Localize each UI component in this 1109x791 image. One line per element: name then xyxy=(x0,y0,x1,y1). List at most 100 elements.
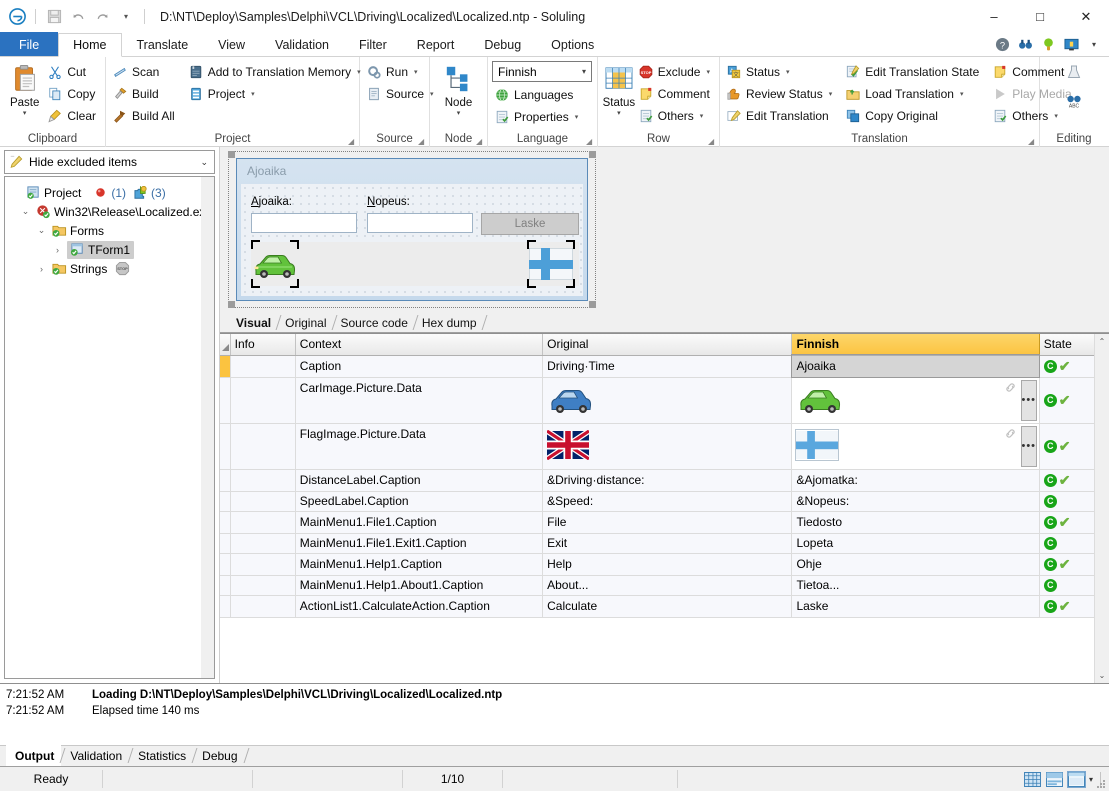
language-properties-caret[interactable]: ▾ xyxy=(575,113,579,121)
row-gutter[interactable] xyxy=(220,355,231,378)
cell-info[interactable] xyxy=(230,469,296,492)
grid-col-info[interactable]: Info xyxy=(230,334,296,356)
cell-context[interactable]: MainMenu1.Help1.Caption xyxy=(295,553,544,576)
row-gutter[interactable] xyxy=(220,595,231,618)
translation-dialog-launcher[interactable]: ◢ xyxy=(1028,137,1037,146)
cell-info[interactable] xyxy=(230,377,296,424)
grid-col-finnish[interactable]: Finnish xyxy=(791,334,1040,356)
cell-original-image[interactable] xyxy=(542,423,793,470)
grid-col-corner[interactable] xyxy=(220,334,231,356)
link-icon[interactable] xyxy=(1004,427,1017,443)
language-properties-button[interactable]: Properties ▾ xyxy=(492,106,592,128)
translation-status-button[interactable]: A文 Status ▾ xyxy=(724,61,837,83)
cell-info[interactable] xyxy=(230,575,296,596)
build-button[interactable]: Build xyxy=(110,83,180,105)
cell-translation-image[interactable]: ••• xyxy=(791,423,1040,470)
row-comment-button[interactable]: Comment xyxy=(636,83,715,105)
cell-translation[interactable]: Tietoa... xyxy=(791,575,1040,596)
source-dialog-launcher[interactable]: ◢ xyxy=(418,137,427,146)
tree-node-tform1[interactable]: › TForm1 xyxy=(9,240,214,259)
maximize-button[interactable]: □ xyxy=(1017,0,1063,33)
language-select[interactable]: Finnish ▾ xyxy=(492,61,592,82)
tree-scrollbar[interactable] xyxy=(201,177,214,678)
table-row[interactable]: MainMenu1.File1.Exit1.Caption Exit Lopet… xyxy=(220,533,1109,554)
cell-original[interactable]: File xyxy=(542,511,793,534)
cell-context[interactable]: SpeedLabel.Caption xyxy=(295,491,544,512)
row-status-caret[interactable]: ▾ xyxy=(617,110,621,117)
build-all-button[interactable]: Build All xyxy=(110,105,180,127)
node-dialog-launcher[interactable]: ◢ xyxy=(476,137,485,146)
row-others-caret[interactable]: ▾ xyxy=(700,112,704,120)
paste-button[interactable]: Paste ▾ xyxy=(4,61,45,117)
table-row[interactable]: MainMenu1.Help1.Caption Help Ohje C ✔ xyxy=(220,553,1109,576)
translation-status-caret[interactable]: ▾ xyxy=(786,68,790,76)
resize-handle-tl[interactable] xyxy=(228,151,235,158)
tree-expander[interactable]: › xyxy=(35,264,48,274)
help-icon[interactable]: ? xyxy=(993,35,1011,53)
table-row[interactable]: SpeedLabel.Caption &Speed: &Nopeus: C xyxy=(220,491,1109,512)
resize-handle-bl[interactable] xyxy=(228,301,235,308)
row-status-button[interactable]: Status ▾ xyxy=(602,61,636,117)
cell-info[interactable] xyxy=(230,553,296,576)
cell-translation[interactable]: Tiedosto xyxy=(791,511,1040,534)
cell-original[interactable]: &Speed: xyxy=(542,491,793,512)
tree-expander[interactable]: ⌄ xyxy=(19,206,32,217)
cell-ellipsis-button[interactable]: ••• xyxy=(1020,425,1037,467)
cell-context[interactable]: MainMenu1.Help1.About1.Caption xyxy=(295,575,544,596)
exclude-button[interactable]: STOP Exclude ▾ xyxy=(636,61,715,83)
table-row[interactable]: CarImage.Picture.Data ••• C ✔ xyxy=(220,377,1109,424)
project-dialog-launcher[interactable]: ◢ xyxy=(348,137,357,146)
cell-info[interactable] xyxy=(230,511,296,534)
preview-flag-image[interactable] xyxy=(527,240,575,288)
resize-grip-icon[interactable] xyxy=(1095,778,1107,790)
output-tab-validation[interactable]: Validation xyxy=(61,745,129,766)
cell-translation-image[interactable]: ••• xyxy=(791,377,1040,424)
row-dialog-launcher[interactable]: ◢ xyxy=(708,137,717,146)
grid-col-original[interactable]: Original xyxy=(542,334,793,356)
table-row[interactable]: MainMenu1.File1.Caption File Tiedosto C ✔ xyxy=(220,511,1109,534)
row-others-button[interactable]: Others ▾ xyxy=(636,105,715,127)
preview-calculate-button[interactable]: Laske xyxy=(481,213,579,235)
cell-translation[interactable]: Laske xyxy=(791,595,1040,618)
load-translation-caret[interactable]: ▾ xyxy=(960,90,964,98)
tree-node-project[interactable]: Project (1) (3) xyxy=(9,183,214,202)
row-gutter[interactable] xyxy=(220,511,231,534)
exclude-caret[interactable]: ▾ xyxy=(706,68,710,76)
tab-file[interactable]: File xyxy=(0,32,59,56)
tab-validation[interactable]: Validation xyxy=(260,32,344,56)
grid-col-context[interactable]: Context xyxy=(295,334,544,356)
scroll-down-icon[interactable]: ⌄ xyxy=(1095,668,1109,683)
row-gutter[interactable] xyxy=(220,377,231,424)
cell-context[interactable]: CarImage.Picture.Data xyxy=(295,377,544,424)
cell-original[interactable]: Exit xyxy=(542,533,793,554)
chevron-down-icon[interactable]: ⌄ xyxy=(200,157,211,168)
table-row[interactable]: Caption Driving·Time Ajoaika C ✔ xyxy=(220,354,1109,378)
spellcheck-button[interactable]: ABC xyxy=(1061,87,1087,113)
binoculars-icon[interactable] xyxy=(1016,35,1034,53)
scroll-up-icon[interactable]: ⌃ xyxy=(1095,334,1109,349)
cell-original[interactable]: &Driving·distance: xyxy=(542,469,793,492)
cut-button[interactable]: Cut xyxy=(45,61,101,83)
preview-speed-edit[interactable] xyxy=(367,213,473,233)
language-dialog-launcher[interactable]: ◢ xyxy=(586,137,595,146)
tab-filter[interactable]: Filter xyxy=(344,32,402,56)
cell-translation[interactable]: &Ajomatka: xyxy=(791,469,1040,492)
cell-info[interactable] xyxy=(230,355,296,378)
cell-translation[interactable]: Lopeta xyxy=(791,533,1040,554)
cell-context[interactable]: FlagImage.Picture.Data xyxy=(295,423,544,470)
row-gutter[interactable] xyxy=(220,423,231,470)
hide-excluded-items-combo[interactable]: Hide excluded items ⌄ xyxy=(4,150,215,174)
tab-report[interactable]: Report xyxy=(402,32,470,56)
designer-tab-source-code[interactable]: Source code xyxy=(333,313,414,332)
designer-tab-hex-dump[interactable]: Hex dump xyxy=(414,313,483,332)
cell-original[interactable]: Help xyxy=(542,553,793,576)
preview-car-image[interactable] xyxy=(251,240,299,288)
designer-tab-original[interactable]: Original xyxy=(277,313,332,332)
cell-info[interactable] xyxy=(230,533,296,554)
lightbulb-icon[interactable] xyxy=(1039,35,1057,53)
cell-info[interactable] xyxy=(230,423,296,470)
cell-context[interactable]: ActionList1.CalculateAction.Caption xyxy=(295,595,544,618)
copy-button[interactable]: Copy xyxy=(45,83,101,105)
cell-context[interactable]: Caption xyxy=(295,355,544,378)
tab-translate[interactable]: Translate xyxy=(122,32,204,56)
